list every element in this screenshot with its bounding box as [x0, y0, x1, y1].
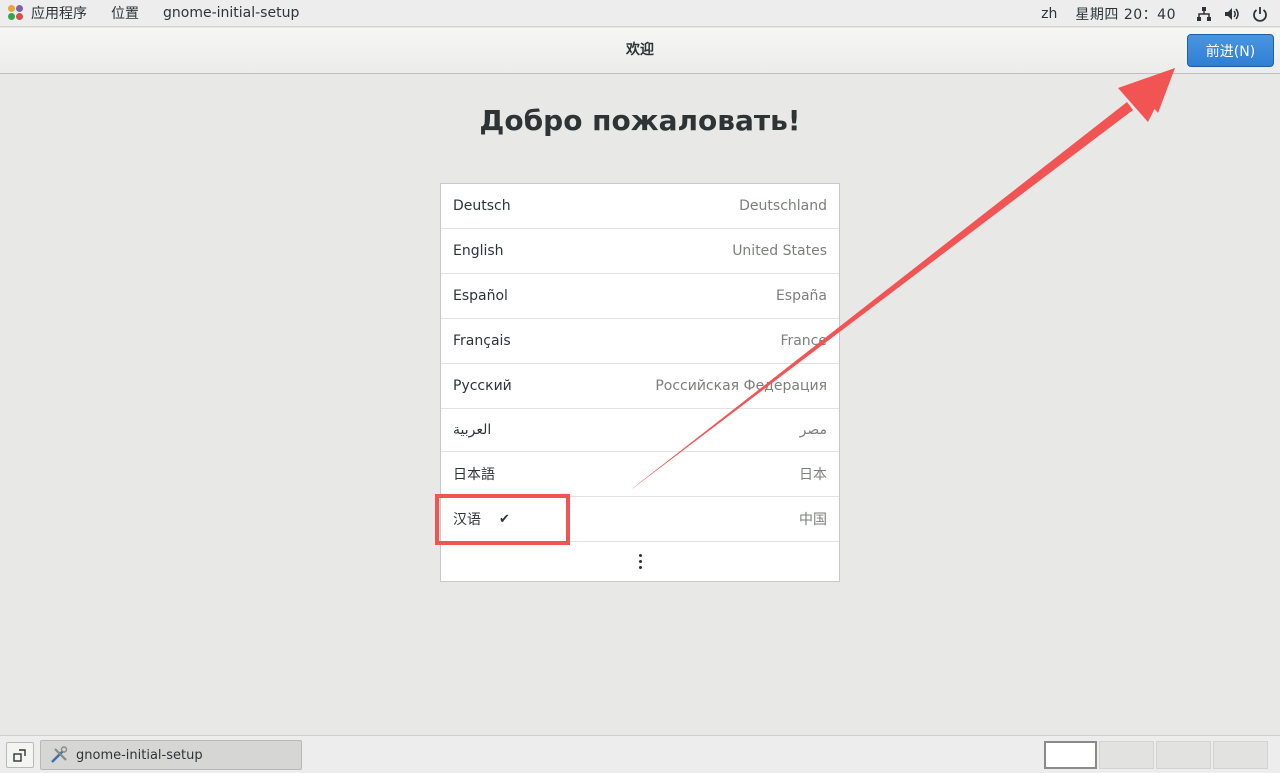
language-row-japanese[interactable]: 日本語 日本 [441, 452, 839, 497]
language-row-deutsch[interactable]: Deutsch Deutschland [441, 184, 839, 229]
applications-menu[interactable]: 应用程序 [0, 0, 99, 27]
places-menu-label: 位置 [111, 6, 139, 22]
annotation-highlight-box [435, 494, 570, 545]
language-region: United States [732, 243, 827, 259]
language-name: Français [453, 333, 511, 349]
status-area: zh 星期四 20：40 [1041, 0, 1280, 27]
language-name: العربية [453, 422, 492, 438]
workspace-switcher [1044, 741, 1268, 769]
view-more-icon [638, 554, 642, 569]
app-menu[interactable]: gnome-initial-setup [151, 0, 311, 27]
welcome-heading: Добро пожаловать! [479, 104, 801, 137]
language-name: English [453, 243, 504, 259]
workspace-1[interactable] [1044, 741, 1097, 769]
show-desktop-button[interactable] [6, 742, 34, 768]
language-region: Российская Федерация [655, 378, 827, 394]
language-row-russkiy[interactable]: Русский Российская Федерация [441, 364, 839, 409]
show-desktop-icon [13, 749, 26, 762]
next-button[interactable]: 前进(N) [1187, 34, 1274, 67]
gnome-foot-icon [8, 5, 24, 21]
language-name: Español [453, 288, 508, 304]
language-row-arabic[interactable]: العربية مصر [441, 409, 839, 452]
page-title: 欢迎 [626, 42, 654, 58]
applications-menu-label: 应用程序 [31, 6, 87, 22]
bottom-panel: gnome-initial-setup [0, 735, 1280, 773]
power-icon[interactable] [1252, 6, 1268, 22]
language-region: 日本 [799, 467, 827, 483]
language-name: Deutsch [453, 198, 511, 214]
header-bar: 欢迎 前进(N) [0, 28, 1280, 74]
top-panel: 应用程序 位置 gnome-initial-setup zh 星期四 20：40 [0, 0, 1280, 27]
language-row-francais[interactable]: Français France [441, 319, 839, 364]
workspace-4[interactable] [1213, 741, 1268, 769]
input-language-indicator[interactable]: zh [1041, 6, 1057, 22]
language-row-espanol[interactable]: Español España [441, 274, 839, 319]
language-region: Deutschland [739, 198, 827, 214]
taskbar-item-initial-setup[interactable]: gnome-initial-setup [40, 740, 302, 770]
clock[interactable]: 星期四 20：40 [1075, 4, 1176, 24]
setup-tools-icon [51, 746, 68, 763]
workspace-2[interactable] [1099, 741, 1154, 769]
language-row-english[interactable]: English United States [441, 229, 839, 274]
language-region: مصر [799, 422, 827, 438]
language-name: Русский [453, 378, 512, 394]
language-region: España [775, 288, 827, 304]
taskbar-item-label: gnome-initial-setup [76, 747, 203, 763]
panel-menus: 应用程序 位置 gnome-initial-setup [0, 0, 311, 27]
language-region: 中国 [799, 512, 827, 528]
volume-icon[interactable] [1224, 6, 1240, 22]
places-menu[interactable]: 位置 [99, 0, 151, 27]
workspace-3[interactable] [1156, 741, 1211, 769]
app-menu-label: gnome-initial-setup [163, 5, 300, 21]
more-languages-button[interactable] [441, 542, 839, 581]
network-icon[interactable] [1196, 6, 1212, 22]
language-region: France [780, 333, 827, 349]
language-name: 日本語 [453, 467, 495, 483]
